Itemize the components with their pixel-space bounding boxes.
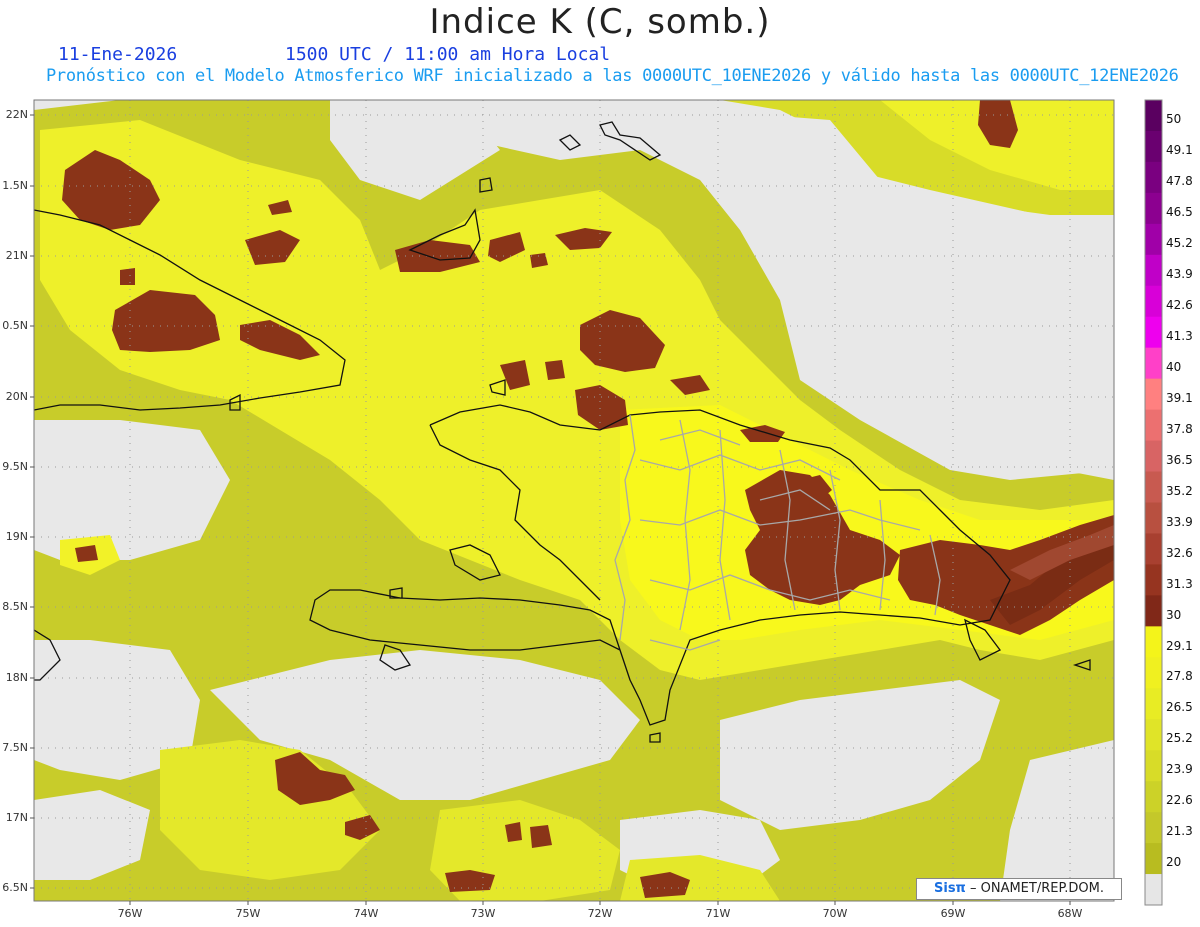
colorbar-label: 30 (1166, 607, 1182, 622)
lon-label: 74W (353, 907, 379, 920)
colorbar-label: 20 (1166, 855, 1182, 870)
colorbar-label: 32.6 (1166, 545, 1193, 560)
lat-label: 17N (5, 811, 28, 824)
colorbar-swatch (1145, 843, 1162, 875)
colorbar-swatch (1145, 874, 1162, 906)
lon-label: 71W (705, 907, 731, 920)
colorbar-label: 23.9 (1166, 762, 1193, 777)
colorbar-swatch (1145, 378, 1162, 411)
lat-label: 1.5N (2, 179, 28, 192)
colorbar-label: 22.6 (1166, 793, 1193, 808)
colorbar-label: 45.2 (1166, 236, 1193, 250)
map-title: Indice K (C, somb.) (429, 2, 771, 42)
colorbar-swatch (1145, 130, 1162, 163)
lat-label: 18N (5, 671, 28, 684)
colorbar-label: 21.3 (1166, 824, 1193, 839)
colorbar-swatch (1145, 533, 1162, 565)
colorbar-label: 46.5 (1166, 205, 1193, 219)
colorbar-swatch (1145, 502, 1162, 534)
colorbar-swatch (1145, 161, 1162, 194)
colorbar-swatch (1145, 564, 1162, 596)
colorbar-swatch (1145, 781, 1162, 813)
lon-label: 69W (940, 907, 966, 920)
lat-label: 21N (5, 249, 28, 262)
colorbar-swatch (1145, 192, 1162, 225)
forecast-time: 1500 UTC / 11:00 am Hora Local (285, 44, 611, 65)
colorbar-swatch (1145, 347, 1162, 380)
lat-label: 19N (5, 530, 28, 543)
colorbar-swatch (1145, 223, 1162, 256)
lat-label: 20N (5, 390, 28, 403)
colorbar-swatch (1145, 254, 1162, 287)
lon-label: 75W (235, 907, 261, 920)
colorbar-swatch (1145, 657, 1162, 689)
colorbar-label: 29.1 (1166, 638, 1193, 653)
colorbar-swatch (1145, 440, 1162, 473)
lat-label: 7.5N (2, 741, 28, 754)
colorbar-swatch (1145, 750, 1162, 782)
colorbar-swatch (1145, 812, 1162, 844)
colorbar-label: 36.5 (1166, 452, 1193, 467)
lat-label: 6.5N (2, 881, 28, 894)
colorbar-swatch (1145, 626, 1162, 658)
lon-label: 70W (822, 907, 848, 920)
lon-label: 68W (1057, 907, 1083, 920)
credit-box: Sisπ – ONAMET/REP.DOM. (916, 878, 1122, 900)
lat-label: 0.5N (2, 319, 28, 332)
colorbar-label: 35.2 (1166, 483, 1193, 498)
colorbar-label: 25.2 (1166, 731, 1193, 746)
colorbar-label: 33.9 (1166, 514, 1193, 529)
colorbar-label: 41.3 (1166, 328, 1193, 343)
colorbar-label: 42.6 (1166, 297, 1193, 312)
colorbar-swatch (1145, 285, 1162, 318)
colorbar-label: 50 (1166, 112, 1182, 127)
weather-map (30, 99, 1163, 906)
colorbar-swatch (1145, 688, 1162, 720)
colorbar-swatch (1145, 316, 1162, 349)
colorbar-label: 31.3 (1166, 576, 1193, 591)
colorbar-label: 43.9 (1166, 266, 1193, 281)
model-description: Pronóstico con el Modelo Atmosferico WRF… (46, 66, 1179, 86)
lon-label: 72W (587, 907, 613, 920)
colorbar-swatch (1145, 100, 1162, 132)
colorbar-label: 49.1 (1166, 143, 1193, 158)
lat-label: 9.5N (2, 460, 28, 473)
colorbar-swatch (1145, 595, 1162, 627)
lat-label: 22N (5, 108, 28, 121)
k-index-field (34, 100, 1114, 901)
forecast-date: 11-Ene-2026 (58, 44, 178, 65)
credit-text: – ONAMET/REP.DOM. (965, 881, 1104, 896)
colorbar (1144, 99, 1163, 906)
colorbar-label: 39.1 (1166, 390, 1193, 405)
colorbar-label: 26.5 (1166, 700, 1193, 715)
colorbar-label: 40 (1166, 359, 1182, 374)
lat-label: 8.5N (2, 600, 28, 613)
colorbar-label: 37.8 (1166, 421, 1193, 436)
colorbar-swatch (1145, 471, 1162, 503)
colorbar-label: 47.8 (1166, 174, 1193, 188)
colorbar-label: 27.8 (1166, 669, 1193, 684)
colorbar-swatch (1145, 719, 1162, 751)
lon-label: 76W (117, 907, 143, 920)
colorbar-swatch (1145, 409, 1162, 442)
credit-brand: Sisπ (934, 881, 966, 896)
lon-label: 73W (470, 907, 496, 920)
